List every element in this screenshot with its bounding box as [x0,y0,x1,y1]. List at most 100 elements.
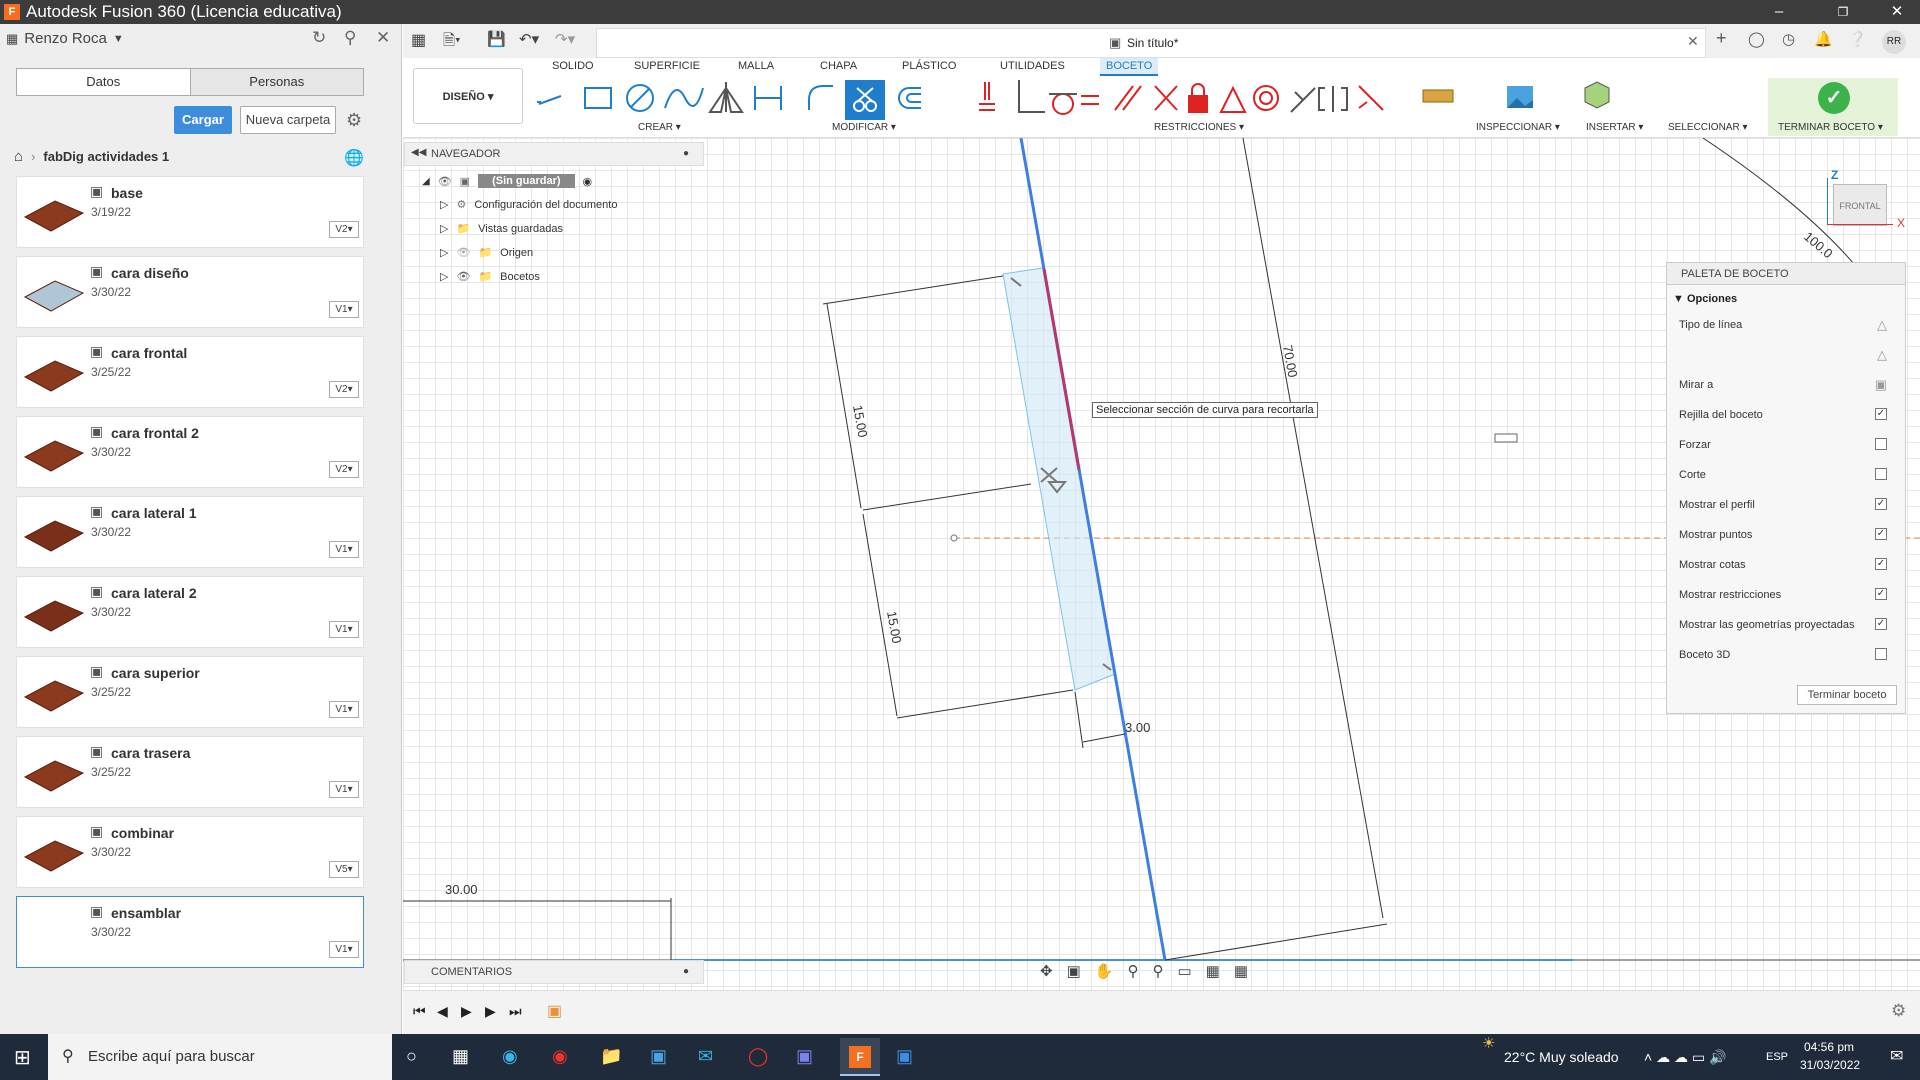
navigator-root[interactable]: ◢ 👁 ▣ (Sin guardar) ◉ [422,174,592,188]
version-dropdown[interactable]: V2▾ [329,461,359,478]
list-item[interactable]: ▣ cara lateral 1 3/30/22 V1▾ [16,496,364,568]
comments-panel[interactable]: COMENTARIOS ● [404,960,704,984]
navigator-row[interactable]: ▷ 👁 📁 Origen [440,246,533,260]
opera-icon[interactable]: ◯ [748,1046,768,1067]
document-tab[interactable]: ▣ Sin título* ✕ [596,28,1706,58]
clock-time[interactable]: 04:56 pm [1804,1040,1854,1054]
palette-header[interactable]: PALETA DE BOCETO [1667,263,1905,285]
constraints-menu[interactable]: RESTRICCIONES ▾ [1154,122,1244,133]
sketch-timeline-icon[interactable]: ▣ [547,1001,562,1021]
new-tab-icon[interactable]: + [1716,28,1727,49]
version-dropdown[interactable]: V1▾ [329,781,359,798]
navigator-row[interactable]: ▷ 👁 📁 Bocetos [440,270,540,284]
palette-row[interactable]: Mostrar restricciones ✓ [1679,588,1893,601]
cortana-icon[interactable]: ○ [406,1046,417,1067]
version-dropdown[interactable]: V1▾ [329,701,359,718]
list-item[interactable]: ▣ cara superior 3/25/22 V1▾ [16,656,364,728]
target-icon[interactable]: ◉ [583,175,593,188]
apps-grid-icon[interactable]: ▦ [411,30,426,50]
palette-row[interactable]: Boceto 3D [1679,648,1893,661]
globe-icon[interactable]: 🌐 [344,148,364,168]
list-item[interactable]: ▣ base 3/19/22 V2▾ [16,176,364,248]
pan-icon[interactable]: ✋ [1095,962,1114,984]
gear-icon[interactable]: ⚙ [346,110,362,131]
eye-hidden-icon[interactable]: 👁 [456,246,470,259]
weather-text[interactable]: 22°C Muy soleado [1504,1034,1619,1080]
file-menu-icon[interactable]: 🗎▾ [443,30,461,55]
last-icon[interactable]: ⏭ [509,1003,522,1020]
close-panel-icon[interactable]: ✕ [376,28,390,48]
store-icon[interactable]: ▣ [650,1046,667,1067]
options-section[interactable]: ▼ Opciones [1673,293,1737,305]
expand-icon[interactable]: ▷ [440,246,448,259]
upload-button[interactable]: Cargar [174,106,232,134]
look-at-icon[interactable]: ▣ [1875,377,1887,393]
expand-icon[interactable]: ▷ [440,198,448,211]
navigator-row[interactable]: ▷ ⚙ Configuración del documento [440,198,617,212]
breadcrumb-folder[interactable]: fabDig actividades 1 [43,149,169,164]
edge-icon[interactable]: ◉ [502,1046,518,1067]
minimize-icon[interactable]: – [1756,0,1802,24]
fit-icon[interactable]: ⚲ [1152,962,1163,984]
eye-icon[interactable]: 👁 [456,270,470,283]
app-red-icon[interactable]: ◉ [552,1046,568,1067]
palette-row[interactable]: Tipo de línea △ [1679,317,1893,333]
create-menu[interactable]: CREAR ▾ [638,122,681,133]
list-item[interactable]: ▣ cara frontal 2 3/30/22 V2▾ [16,416,364,488]
palette-row[interactable]: Mostrar cotas ✓ [1679,558,1893,571]
orbit-icon[interactable]: ✥ [1040,962,1053,984]
select-menu[interactable]: SELECCIONAR ▾ [1668,122,1747,133]
next-icon[interactable]: ▶ [485,1003,496,1020]
restore-icon[interactable]: ❐ [1820,0,1866,24]
list-item[interactable]: ▣ cara frontal 3/25/22 V2▾ [16,336,364,408]
photos-icon[interactable]: ▣ [896,1046,913,1067]
grid-settings-icon[interactable]: ▦ [1206,962,1220,984]
list-item[interactable]: ▣ ensamblar 3/30/22 V1▾ [16,896,364,968]
eye-icon[interactable]: 👁 [438,175,452,188]
checkbox[interactable]: ✓ [1875,558,1887,570]
redo-icon[interactable]: ↷▾ [555,30,575,48]
palette-row[interactable]: Mostrar las geometrías proyectadas ✓ [1679,618,1893,631]
language[interactable]: ESP [1766,1034,1788,1080]
view-cube[interactable]: Z FRONTAL X [1827,168,1919,238]
search-input[interactable]: ⚲ Escribe aquí para buscar [48,1034,392,1080]
notifications-icon[interactable]: 🔔 [1814,30,1833,48]
avatar[interactable]: RR [1882,30,1906,54]
zoom-icon[interactable]: ⚲ [1127,962,1138,984]
help-icon[interactable]: ❔ [1848,30,1867,48]
checkbox[interactable]: ✓ [1875,618,1887,630]
line-type-icon[interactable]: △ [1877,317,1887,333]
modify-menu[interactable]: MODIFICAR ▾ [832,122,896,133]
checkbox[interactable] [1875,648,1887,660]
look-at-icon[interactable]: ▣ [1067,962,1081,984]
finish-sketch-button[interactable]: ✓ TERMINAR BOCETO ▾ [1768,78,1898,136]
first-icon[interactable]: ⏮ [413,1003,426,1020]
pin-icon[interactable]: ● [683,961,689,983]
home-icon[interactable]: ⌂ [14,148,23,165]
checkbox[interactable]: ✓ [1875,528,1887,540]
version-dropdown[interactable]: V1▾ [329,621,359,638]
version-dropdown[interactable]: V1▾ [329,541,359,558]
checkbox[interactable] [1875,468,1887,480]
line-type-icon[interactable]: △ [1877,347,1887,363]
finish-sketch-palette-button[interactable]: Terminar boceto [1797,685,1897,705]
list-item[interactable]: ▣ cara trasera 3/25/22 V1▾ [16,736,364,808]
navigator-row[interactable]: ▷ 📁 Vistas guardadas [440,222,563,236]
save-icon[interactable]: 💾 [487,30,506,48]
inspect-menu[interactable]: INSPECCIONAR ▾ [1476,122,1560,133]
close-tab-icon[interactable]: ✕ [1687,33,1699,50]
undo-icon[interactable]: ↶▾ [519,30,539,48]
extensions-icon[interactable]: ◯ [1748,30,1765,48]
mail-icon[interactable]: ✉ [698,1046,713,1067]
notification-center-icon[interactable]: ✉ [1890,1046,1903,1066]
clock-date[interactable]: 31/03/2022 [1800,1058,1860,1072]
collapse-icon[interactable]: ◀◀ [411,147,426,158]
insert-menu[interactable]: INSERTAR ▾ [1586,122,1643,133]
palette-row[interactable]: Rejilla del boceto ✓ [1679,408,1893,421]
checkbox[interactable]: ✓ [1875,498,1887,510]
list-item[interactable]: ▣ cara diseño 3/30/22 V1▾ [16,256,364,328]
checkbox[interactable]: ✓ [1875,588,1887,600]
palette-row[interactable]: Mostrar el perfil ✓ [1679,498,1893,511]
list-item[interactable]: ▣ combinar 3/30/22 V5▾ [16,816,364,888]
close-icon[interactable]: ✕ [1874,0,1920,24]
